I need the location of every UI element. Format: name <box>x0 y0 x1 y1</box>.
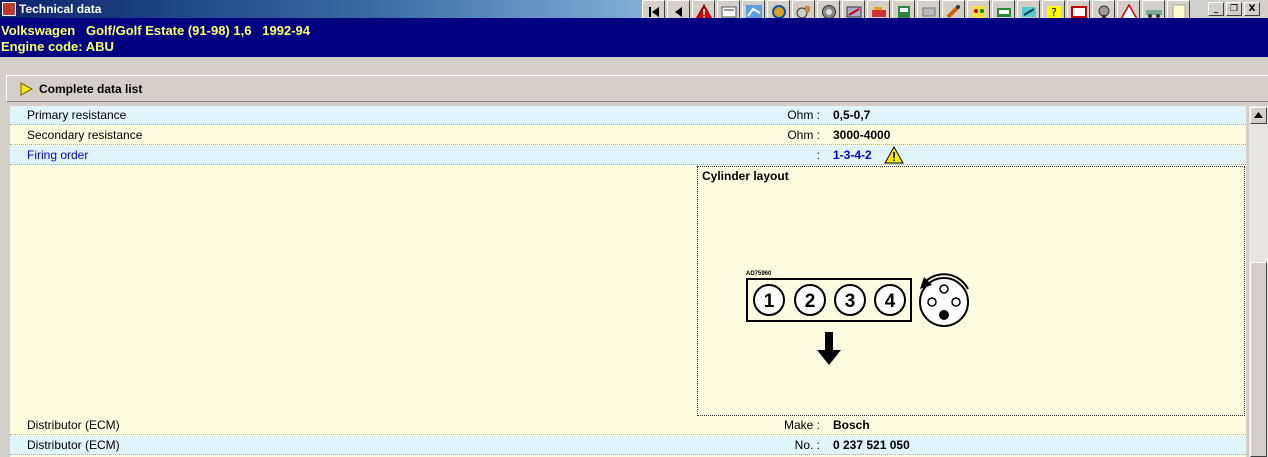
cylinder-4-label: 4 <box>885 291 896 312</box>
row-value: Bosch <box>833 418 870 432</box>
complete-data-list-bar[interactable]: Complete data list <box>6 75 1268 102</box>
window-controls: _ ❐ X <box>1208 2 1260 16</box>
row-name: Secondary resistance <box>27 128 143 142</box>
row-value: 0,5-0,7 <box>833 108 871 122</box>
cylinder-layout-title: Cylinder layout <box>702 169 789 183</box>
row-name: Distributor (ECM) <box>27 438 120 452</box>
arrow-up-icon <box>1254 112 1263 118</box>
technical-data-list: Primary resistance Ohm : 0,5-0,7 Seconda… <box>10 106 1246 457</box>
row-unit: Ohm : <box>787 108 820 122</box>
window-title: Technical data <box>19 2 102 16</box>
row-unit: No. : <box>794 438 820 452</box>
row-name: Primary resistance <box>27 108 127 122</box>
restore-button[interactable]: ❐ <box>1226 2 1242 16</box>
cylinder-1-label: 1 <box>764 291 775 312</box>
table-row-firing-order[interactable]: Firing order : 1-3-4-2 <box>10 146 1246 165</box>
warning-icon[interactable] <box>884 146 904 164</box>
scroll-up-button[interactable] <box>1250 107 1267 124</box>
cylinder-layout-panel: Cylinder layout AD75960 1 2 3 4 <box>697 166 1245 416</box>
row-value: 0 237 521 050 <box>833 438 910 452</box>
table-row: Distributor (ECM) No. : 0 237 521 050 <box>10 436 1246 455</box>
direction-arrow <box>825 332 833 352</box>
arrow-right-icon <box>20 82 33 96</box>
diagram-code: AD75960 <box>746 271 772 277</box>
complete-data-list-label: Complete data list <box>39 82 143 96</box>
vehicle-model: Volkswagen Golf/Golf Estate (91-98) 1,6 … <box>1 23 310 38</box>
minimize-button[interactable]: _ <box>1208 2 1224 16</box>
scroll-thumb[interactable] <box>1250 262 1267 457</box>
vertical-scrollbar[interactable] <box>1249 106 1268 457</box>
engine-code: Engine code: ABU <box>1 39 114 54</box>
table-row: Distributor (ECM) Make : Bosch <box>10 416 1246 435</box>
app-icon <box>2 2 16 16</box>
row-unit: Make : <box>783 418 820 432</box>
row-name: Distributor (ECM) <box>27 418 120 432</box>
row-value: 3000-4000 <box>833 128 891 142</box>
row-name: Firing order <box>27 148 89 162</box>
table-row: Primary resistance Ohm : 0,5-0,7 <box>10 106 1246 125</box>
row-unit: : <box>816 148 820 162</box>
row-unit: Ohm : <box>787 128 820 142</box>
cylinder-3-label: 3 <box>845 291 856 312</box>
close-button[interactable]: X <box>1244 2 1260 16</box>
row-value: 1-3-4-2 <box>833 148 872 162</box>
cylinder-2-label: 2 <box>805 291 816 312</box>
cylinder-layout-diagram: AD75960 1 2 3 4 <box>746 271 969 365</box>
vehicle-header: Volkswagen Golf/Golf Estate (91-98) 1,6 … <box>0 18 1268 57</box>
table-row: Secondary resistance Ohm : 3000-4000 <box>10 126 1246 145</box>
